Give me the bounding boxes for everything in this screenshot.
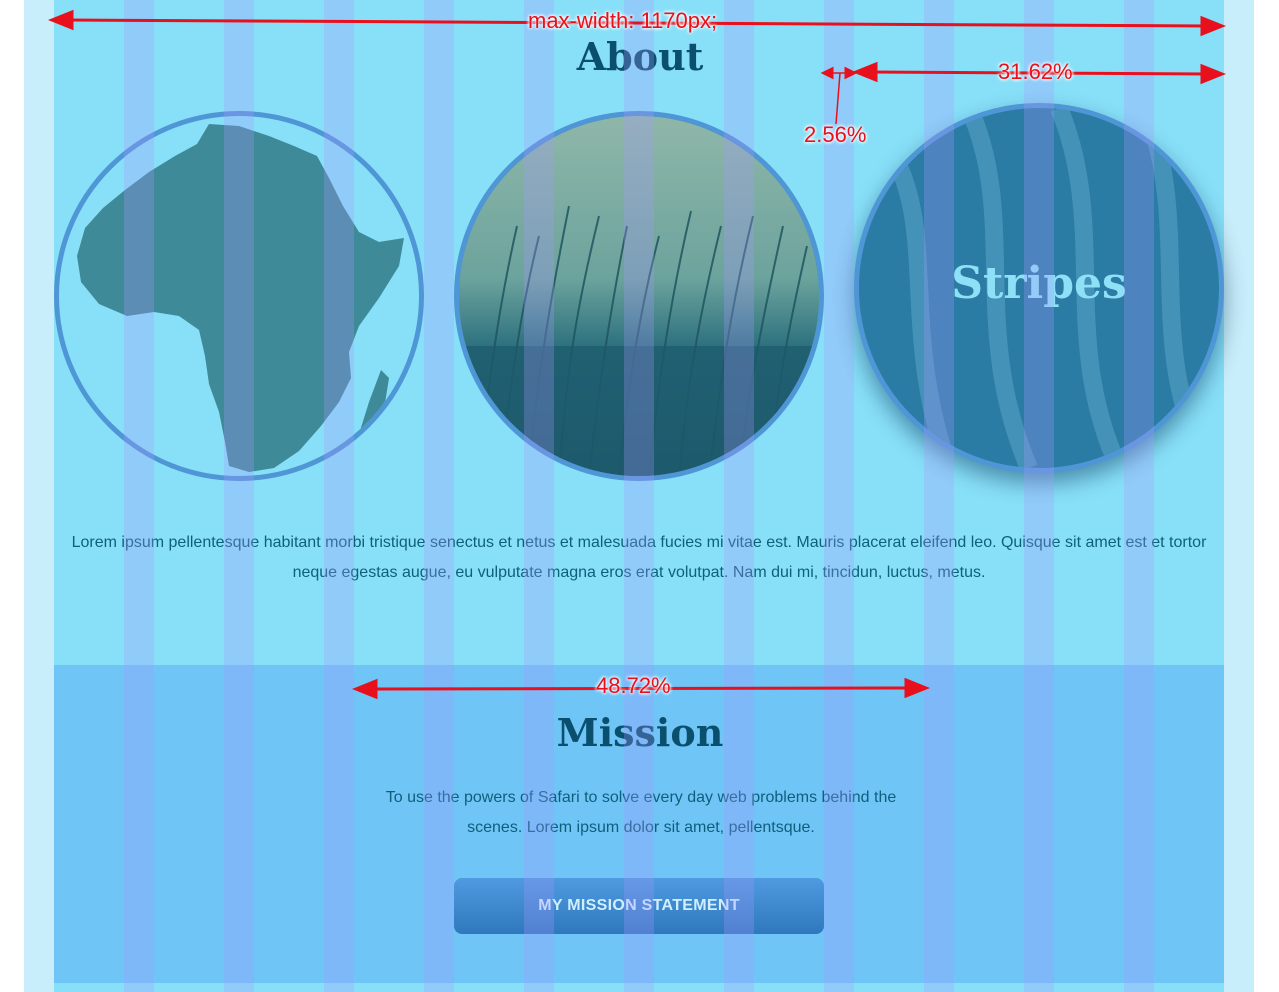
column-width-annotation: 31.62% — [998, 59, 1073, 84]
gutter-width-annotation: 2.56% — [804, 122, 867, 147]
max-width-annotation: max-width: 1170px; — [528, 8, 718, 33]
annotation-arrows — [47, 9, 1227, 700]
mission-width-annotation: 48.72% — [596, 673, 671, 698]
